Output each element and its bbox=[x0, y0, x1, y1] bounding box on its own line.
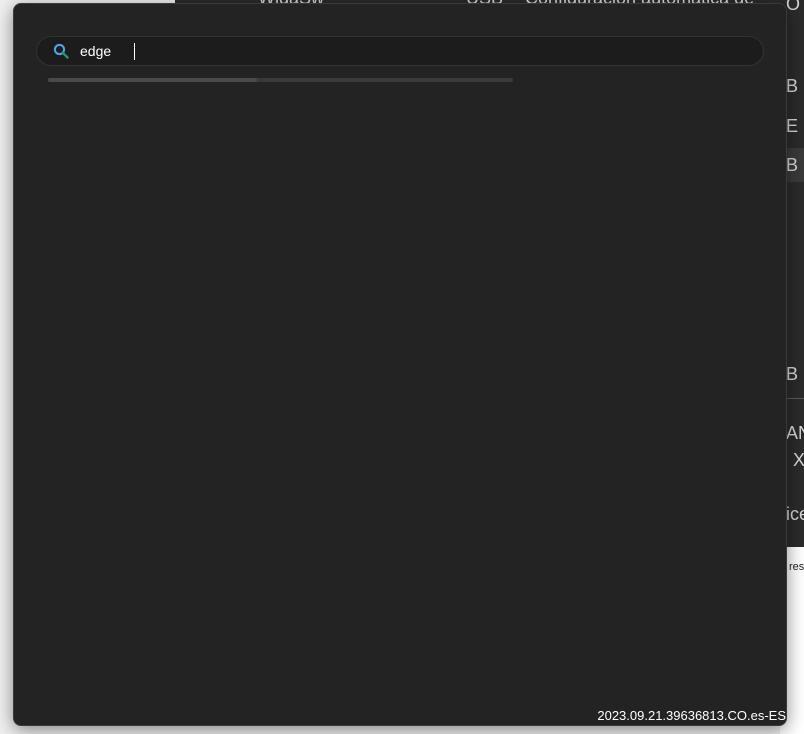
search-progress-bar bbox=[48, 78, 513, 82]
search-icon bbox=[53, 43, 69, 59]
background-cell-letter: O bbox=[786, 0, 801, 14]
search-flyout: 2023.09.21.39636813.CO.es-ES bbox=[13, 3, 787, 726]
background-cell-letter: B bbox=[786, 364, 799, 384]
search-input[interactable] bbox=[80, 40, 720, 62]
background-cell-letter: B bbox=[786, 155, 799, 175]
background-small-text: res bbox=[789, 561, 804, 573]
version-label: 2023.09.21.39636813.CO.es-ES bbox=[597, 708, 786, 723]
search-box[interactable] bbox=[36, 36, 764, 66]
background-cell-text: ice bbox=[786, 504, 804, 524]
background-cell-letter: B bbox=[786, 76, 799, 96]
background-cell-text: X bbox=[793, 450, 804, 470]
background-cell-text: AN bbox=[786, 423, 804, 443]
background-cell-letter: E bbox=[786, 116, 799, 136]
search-progress-fill bbox=[48, 78, 258, 82]
text-caret bbox=[134, 43, 135, 60]
